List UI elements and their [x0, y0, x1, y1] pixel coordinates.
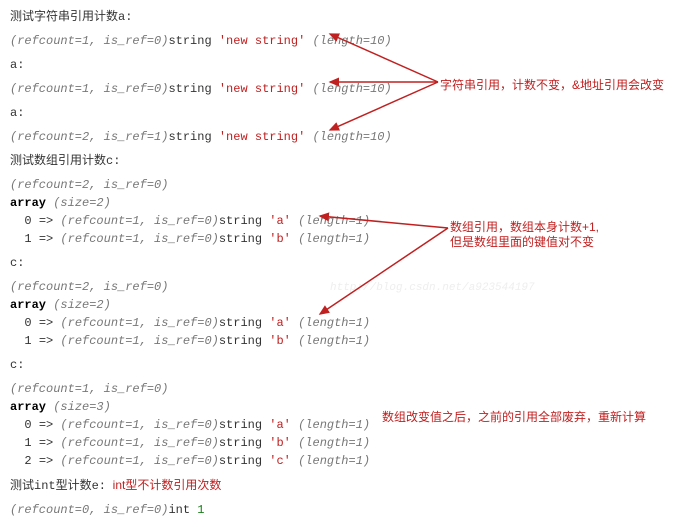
length-text: (length=1) — [291, 232, 370, 246]
length-text: (length=1) — [291, 214, 370, 228]
arrow-text: => — [39, 454, 53, 468]
arrow-text: => — [39, 316, 53, 330]
sec7-dump: (refcount=0, is_ref=0)int 1 — [10, 501, 688, 519]
length-text: (length=1) — [291, 454, 370, 468]
key-text: 2 — [10, 454, 39, 468]
key-text: 0 — [10, 214, 39, 228]
refcount-text: (refcount=1, is_ref=0) — [53, 436, 219, 450]
length-text: (length=1) — [291, 334, 370, 348]
value-text: 'new string' — [219, 34, 305, 48]
length-text: (length=1) — [291, 418, 370, 432]
type-text: string — [219, 454, 269, 468]
value-text: 'new string' — [219, 82, 305, 96]
key-text: 1 — [10, 436, 39, 450]
refcount-text: (refcount=1, is_ref=0) — [10, 82, 168, 96]
sec7-line: 测试int型计数e: int型不计数引用次数 — [10, 476, 688, 495]
sec2-title: a: — [10, 56, 688, 74]
sec4-title: 测试数组引用计数c: — [10, 152, 688, 170]
array-kw: array — [10, 400, 46, 414]
array-size: (size=2) — [46, 298, 111, 312]
type-text: string — [219, 316, 269, 330]
array-size: (size=2) — [46, 196, 111, 210]
annotation-string: 字符串引用，计数不变，&地址引用会改变 — [440, 76, 664, 94]
value-text: 'a' — [269, 316, 291, 330]
refcount-text: (refcount=1, is_ref=0) — [53, 454, 219, 468]
sec6-row2: 2 => (refcount=1, is_ref=0)string 'c' (l… — [10, 452, 688, 470]
key-text: 0 — [10, 418, 39, 432]
annotation-array-b: 但是数组里面的键值对不变 — [450, 233, 594, 251]
sec5-row1: 1 => (refcount=1, is_ref=0)string 'b' (l… — [10, 332, 688, 350]
length-text: (length=1) — [291, 436, 370, 450]
refcount-text: (refcount=0, is_ref=0) — [10, 503, 168, 517]
sec3-dump: (refcount=2, is_ref=1)string 'new string… — [10, 128, 688, 146]
sec6-row1: 1 => (refcount=1, is_ref=0)string 'b' (l… — [10, 434, 688, 452]
array-size: (size=3) — [46, 400, 111, 414]
refcount-text: (refcount=1, is_ref=0) — [53, 316, 219, 330]
type-text: string — [219, 418, 269, 432]
key-text: 0 — [10, 316, 39, 330]
length-text: (length=10) — [305, 34, 391, 48]
sec4-array: array (size=2) — [10, 194, 688, 212]
length-text: (length=10) — [305, 82, 391, 96]
value-text: 'b' — [269, 334, 291, 348]
arrow-text: => — [39, 334, 53, 348]
arrow-text: => — [39, 418, 53, 432]
sec7-title: 测试int型计数e: — [10, 479, 106, 493]
sec5-array: array (size=2) — [10, 296, 688, 314]
type-text: int — [168, 503, 197, 517]
value-text: 1 — [197, 503, 204, 517]
sec5-row0: 0 => (refcount=1, is_ref=0)string 'a' (l… — [10, 314, 688, 332]
value-text: 'a' — [269, 214, 291, 228]
annotation-change: 数组改变值之后，之前的引用全部废弃，重新计算 — [382, 408, 646, 426]
sec1-title: 测试字符串引用计数a: — [10, 8, 688, 26]
sec1-dump: (refcount=1, is_ref=0)string 'new string… — [10, 32, 688, 50]
key-text: 1 — [10, 232, 39, 246]
arrow-text: => — [39, 436, 53, 450]
length-text: (length=1) — [291, 316, 370, 330]
type-text: string — [219, 214, 269, 228]
type-text: string — [219, 232, 269, 246]
value-text: 'b' — [269, 436, 291, 450]
refcount-text: (refcount=1, is_ref=0) — [53, 214, 219, 228]
array-kw: array — [10, 196, 46, 210]
type-text: string — [168, 34, 218, 48]
value-text: 'c' — [269, 454, 291, 468]
refcount-text: (refcount=1, is_ref=0) — [10, 34, 168, 48]
type-text: string — [168, 82, 218, 96]
value-text: 'b' — [269, 232, 291, 246]
type-text: string — [219, 334, 269, 348]
sec4-ref: (refcount=2, is_ref=0) — [10, 176, 688, 194]
sec6-title: c: — [10, 356, 688, 374]
refcount-text: (refcount=1, is_ref=0) — [53, 232, 219, 246]
sec6-ref: (refcount=1, is_ref=0) — [10, 380, 688, 398]
value-text: 'a' — [269, 418, 291, 432]
key-text: 1 — [10, 334, 39, 348]
sec7-note: int型不计数引用次数 — [106, 478, 221, 492]
arrow-text: => — [39, 232, 53, 246]
type-text: string — [168, 130, 218, 144]
watermark: http://blog.csdn.net/a923544197 — [330, 280, 535, 297]
refcount-text: (refcount=1, is_ref=0) — [53, 334, 219, 348]
sec5-title: c: — [10, 254, 688, 272]
length-text: (length=10) — [305, 130, 391, 144]
refcount-text: (refcount=1, is_ref=0) — [53, 418, 219, 432]
sec3-title: a: — [10, 104, 688, 122]
arrow-text: => — [39, 214, 53, 228]
type-text: string — [219, 436, 269, 450]
refcount-text: (refcount=2, is_ref=1) — [10, 130, 168, 144]
value-text: 'new string' — [219, 130, 305, 144]
array-kw: array — [10, 298, 46, 312]
